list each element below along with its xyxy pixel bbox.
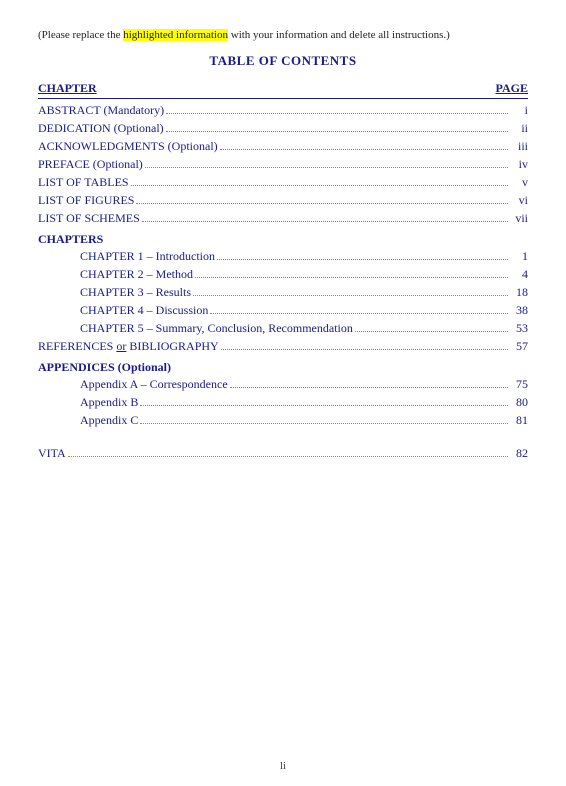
entry-dots xyxy=(220,149,508,150)
appendix-entry: Appendix C 81 xyxy=(38,413,528,428)
entry-label: LIST OF SCHEMES xyxy=(38,211,140,226)
references-page: 57 xyxy=(510,339,528,354)
chapters-heading: CHAPTERS xyxy=(38,232,528,247)
appendix-label: Appendix A – Correspondence xyxy=(80,377,228,392)
chapter-dots xyxy=(193,295,508,296)
chapter-page: 53 xyxy=(510,321,528,336)
chapter-label: CHAPTER 2 – Method xyxy=(80,267,193,282)
appendix-dots xyxy=(230,387,508,388)
references-label-text: REFERENCES xyxy=(38,339,113,353)
appendix-label: Appendix C xyxy=(80,413,138,428)
entry-page: vii xyxy=(510,211,528,226)
entry-dots xyxy=(136,203,508,204)
entry-page: vi xyxy=(510,193,528,208)
appendix-dots xyxy=(140,423,508,424)
entry-dots xyxy=(142,221,508,222)
vita-dots xyxy=(68,456,508,457)
entry-page: iii xyxy=(510,139,528,154)
appendix-page: 75 xyxy=(510,377,528,392)
chapter-entry: CHAPTER 4 – Discussion 38 xyxy=(38,303,528,318)
appendix-label: Appendix B xyxy=(80,395,138,410)
front-matter-entry: LIST OF TABLES v xyxy=(38,175,528,190)
instruction-highlight: highlighted information xyxy=(123,29,228,41)
references-dots xyxy=(221,349,508,350)
chapter-label: CHAPTER 4 – Discussion xyxy=(80,303,208,318)
references-rest: BIBLIOGRAPHY xyxy=(126,339,218,353)
appendices-list: Appendix A – Correspondence 75 Appendix … xyxy=(38,377,528,428)
page-footer: li xyxy=(0,760,566,772)
vita-section: VITA 82 xyxy=(38,446,528,461)
entry-label: ABSTRACT (Mandatory) xyxy=(38,103,164,118)
chapter-label: CHAPTER 1 – Introduction xyxy=(80,249,215,264)
references-or: or xyxy=(116,339,126,353)
instruction-after: with your information and delete all ins… xyxy=(228,29,450,41)
vita-label: VITA xyxy=(38,446,66,461)
chapter-page: 4 xyxy=(510,267,528,282)
entry-dots xyxy=(131,185,508,186)
appendix-dots xyxy=(140,405,508,406)
appendices-heading: APPENDICES (Optional) xyxy=(38,360,528,375)
chapter-page: 18 xyxy=(510,285,528,300)
entry-page: iv xyxy=(510,157,528,172)
entry-dots xyxy=(166,113,508,114)
entry-label: PREFACE (Optional) xyxy=(38,157,143,172)
entry-label: DEDICATION (Optional) xyxy=(38,121,164,136)
chapter-dots xyxy=(355,331,508,332)
entry-page: i xyxy=(510,103,528,118)
instruction-text: (Please replace the highlighted informat… xyxy=(38,28,528,43)
chapter-entry: CHAPTER 2 – Method 4 xyxy=(38,267,528,282)
appendix-entry: Appendix A – Correspondence 75 xyxy=(38,377,528,392)
appendix-entry: Appendix B 80 xyxy=(38,395,528,410)
chapter-dots xyxy=(195,277,508,278)
front-matter-entry: PREFACE (Optional) iv xyxy=(38,157,528,172)
front-matter-entry: DEDICATION (Optional) ii xyxy=(38,121,528,136)
references-label: REFERENCES or BIBLIOGRAPHY xyxy=(38,339,219,354)
chapter-page: 38 xyxy=(510,303,528,318)
chapter-page: 1 xyxy=(510,249,528,264)
entry-label: ACKNOWLEDGMENTS (Optional) xyxy=(38,139,218,154)
vita-entry: VITA 82 xyxy=(38,446,528,461)
front-matter-entry: ABSTRACT (Mandatory) i xyxy=(38,103,528,118)
entry-dots xyxy=(166,131,508,132)
chapter-entry: CHAPTER 1 – Introduction 1 xyxy=(38,249,528,264)
chapter-entry: CHAPTER 5 – Summary, Conclusion, Recomme… xyxy=(38,321,528,336)
front-matter-entry: ACKNOWLEDGMENTS (Optional) iii xyxy=(38,139,528,154)
appendix-page: 81 xyxy=(510,413,528,428)
chapter-dots xyxy=(210,313,508,314)
chapter-dots xyxy=(217,259,508,260)
page-col-header: PAGE xyxy=(496,81,528,96)
chapter-col-header: CHAPTER xyxy=(38,81,97,96)
references-entry: REFERENCES or BIBLIOGRAPHY 57 xyxy=(38,339,528,354)
front-matter-entry: LIST OF FIGURES vi xyxy=(38,193,528,208)
chapter-label: CHAPTER 5 – Summary, Conclusion, Recomme… xyxy=(80,321,353,336)
appendix-page: 80 xyxy=(510,395,528,410)
toc-header: CHAPTER PAGE xyxy=(38,81,528,99)
chapter-label: CHAPTER 3 – Results xyxy=(80,285,191,300)
front-matter-entry: LIST OF SCHEMES vii xyxy=(38,211,528,226)
entry-dots xyxy=(145,167,508,168)
instruction-before: (Please replace the xyxy=(38,29,123,41)
toc-title: TABLE OF CONTENTS xyxy=(38,53,528,69)
entry-label: LIST OF TABLES xyxy=(38,175,129,190)
entry-label: LIST OF FIGURES xyxy=(38,193,134,208)
entry-page: v xyxy=(510,175,528,190)
chapters-list: CHAPTER 1 – Introduction 1 CHAPTER 2 – M… xyxy=(38,249,528,336)
chapter-entry: CHAPTER 3 – Results 18 xyxy=(38,285,528,300)
entry-page: ii xyxy=(510,121,528,136)
vita-page: 82 xyxy=(510,446,528,461)
page: (Please replace the highlighted informat… xyxy=(0,0,566,786)
front-matter-list: ABSTRACT (Mandatory) i DEDICATION (Optio… xyxy=(38,103,528,226)
